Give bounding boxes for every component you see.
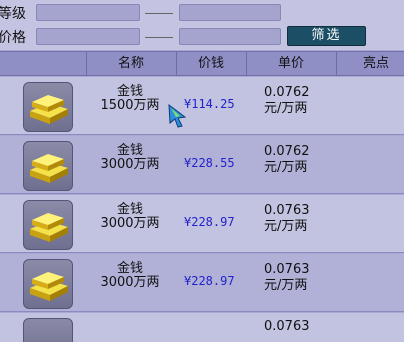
unit-price-cell: 0.0763: [264, 319, 310, 335]
item-price: ¥228.55: [184, 156, 235, 170]
unit-price-value: 0.0763: [264, 262, 310, 277]
gold-bars-icon: [30, 154, 68, 183]
unit-price-suffix: 元/万两: [264, 160, 308, 175]
table-row[interactable]: 金钱 3000万两 ¥228.97 0.0763 元/万两: [0, 254, 404, 312]
header-highlights[interactable]: 亮点: [336, 52, 404, 76]
unit-price-cell: 0.0763 元/万两: [264, 203, 310, 235]
unit-price-value: 0.0763: [264, 319, 310, 334]
item-icon-frame[interactable]: [23, 318, 73, 342]
item-name: 金钱: [116, 84, 143, 99]
filter-button[interactable]: 筛选: [287, 26, 366, 46]
item-icon-frame[interactable]: [23, 200, 73, 250]
unit-price-suffix: 元/万两: [264, 278, 308, 293]
item-name-cell: 金钱 3000万两: [93, 203, 167, 231]
header-name[interactable]: 名称: [86, 52, 176, 76]
level-max-input[interactable]: [179, 4, 281, 21]
price-max-input[interactable]: [179, 28, 281, 45]
item-price: ¥114.25: [184, 97, 235, 111]
item-price: ¥228.97: [184, 215, 235, 229]
header-unit-price[interactable]: 单价: [246, 52, 336, 76]
unit-price-cell: 0.0763 元/万两: [264, 262, 310, 294]
item-name: 金钱: [116, 202, 143, 217]
item-icon-frame[interactable]: [23, 259, 73, 309]
level-range-dash: [145, 13, 173, 14]
item-amount: 3000万两: [100, 275, 160, 290]
table-row[interactable]: 金钱 3000万两 ¥228.97 0.0763 元/万两: [0, 195, 404, 253]
table-row[interactable]: 金钱 3000万两 ¥228.55 0.0762 元/万两: [0, 136, 404, 194]
price-label: 价格: [0, 30, 26, 46]
item-amount: 3000万两: [100, 157, 160, 172]
level-min-input[interactable]: [36, 4, 140, 21]
level-label: 等级: [0, 6, 26, 22]
item-name: 金钱: [116, 261, 143, 276]
item-price: ¥228.97: [184, 274, 235, 288]
filter-panel: 等级 价格 筛选: [0, 0, 404, 50]
item-icon-frame[interactable]: [23, 82, 73, 132]
table-row[interactable]: 0.0763: [0, 313, 404, 342]
table-header: 名称 价钱 单价 亮点: [0, 51, 404, 76]
price-min-input[interactable]: [36, 28, 140, 45]
gold-bars-icon: [30, 95, 68, 124]
gold-bars-icon: [30, 272, 68, 301]
header-price[interactable]: 价钱: [176, 52, 246, 76]
gold-bars-icon: [30, 213, 68, 242]
price-range-dash: [145, 37, 173, 38]
unit-price-value: 0.0762: [264, 85, 310, 100]
item-name-cell: 金钱 3000万两: [93, 262, 167, 290]
unit-price-cell: 0.0762 元/万两: [264, 144, 310, 176]
item-amount: 3000万两: [100, 216, 160, 231]
item-name-cell: 金钱 3000万两: [93, 144, 167, 172]
item-icon-frame[interactable]: [23, 141, 73, 191]
unit-price-cell: 0.0762 元/万两: [264, 85, 310, 117]
cursor-icon: [168, 104, 187, 128]
unit-price-value: 0.0762: [264, 144, 310, 159]
item-name-cell: 金钱 1500万两: [93, 85, 167, 113]
item-name: 金钱: [116, 143, 143, 158]
unit-price-suffix: 元/万两: [264, 219, 308, 234]
unit-price-value: 0.0763: [264, 203, 310, 218]
table-row[interactable]: 金钱 1500万两 ¥114.25 0.0762 元/万两: [0, 77, 404, 135]
item-amount: 1500万两: [100, 98, 160, 113]
unit-price-suffix: 元/万两: [264, 101, 308, 116]
